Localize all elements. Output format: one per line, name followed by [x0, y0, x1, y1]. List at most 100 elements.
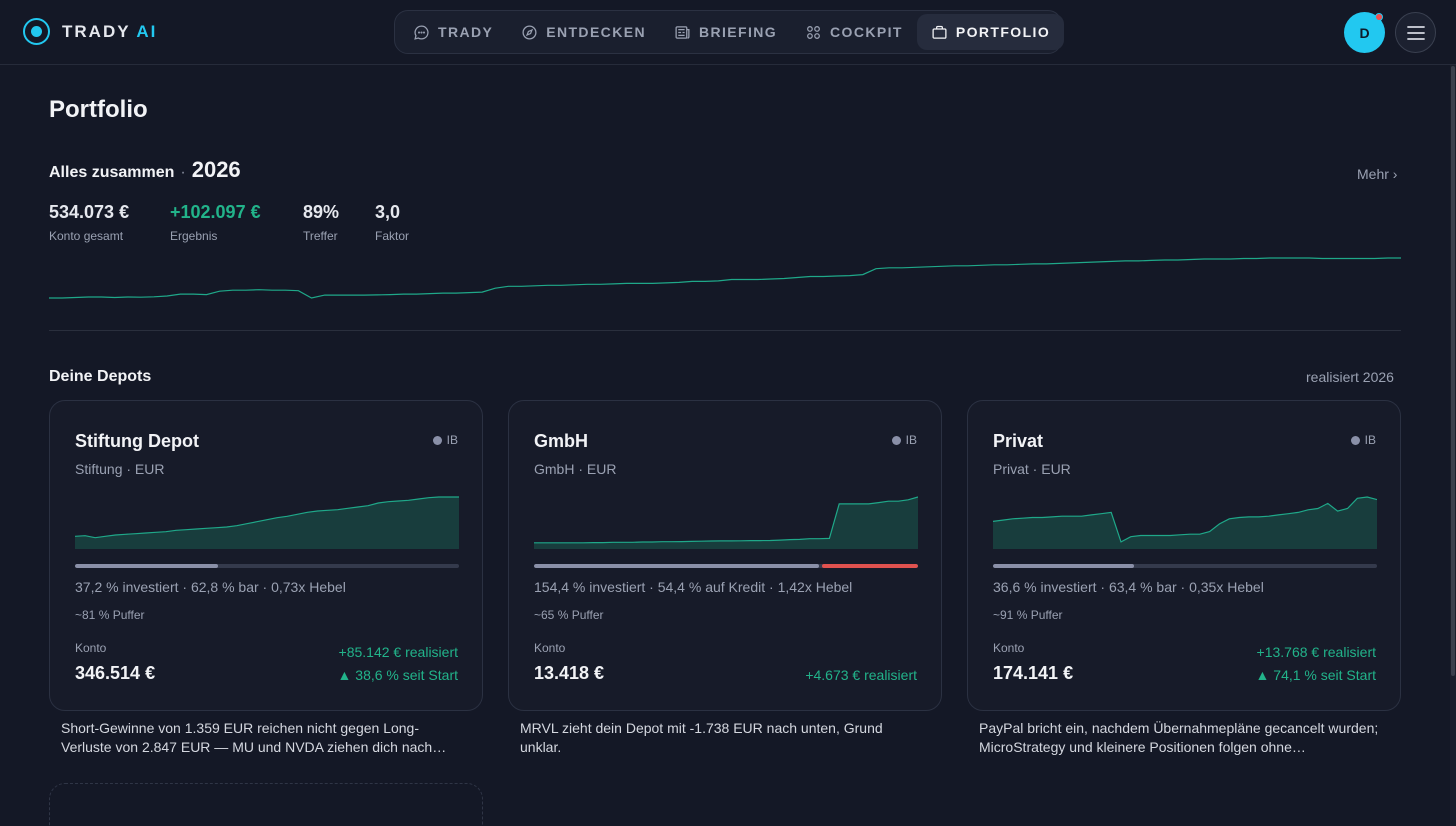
credit-fill	[822, 564, 918, 568]
depot-card-privat[interactable]: Privat IB Privat · EUR 36,6 % investiert…	[967, 400, 1401, 711]
nav-label: BRIEFING	[698, 24, 778, 40]
realized-gain: +85.142 € realisiert	[338, 644, 458, 660]
stat-faktor: 3,0 Faktor	[375, 202, 409, 243]
logo-icon	[23, 18, 50, 45]
broker-label: IB	[905, 433, 917, 447]
total-equity-chart	[49, 257, 1401, 299]
allocation-info: 36,6 % investiert · 63,4 % bar · 0,35x H…	[993, 579, 1264, 595]
nav-label: TRADY	[438, 24, 494, 40]
menu-button[interactable]	[1395, 12, 1436, 53]
chat-icon	[414, 24, 429, 40]
avatar-initial: D	[1359, 24, 1370, 41]
depot-card-stiftung[interactable]: Stiftung Depot IB Stiftung · EUR 37,2 % …	[49, 400, 483, 711]
compass-icon	[522, 24, 537, 40]
since-start-return: ▲ 74,1 % seit Start	[1255, 667, 1376, 683]
depot-note-gmbh[interactable]: MRVL zieht dein Depot mit -1.738 EUR nac…	[520, 719, 920, 757]
stat-label: Ergebnis	[170, 229, 218, 243]
summary-label: Alles zusammen	[49, 164, 175, 181]
depot-sparkline	[75, 496, 459, 549]
broker-badge: IB	[1350, 433, 1376, 447]
allocation-info: 154,4 % investiert · 54,4 % auf Kredit ·…	[534, 579, 853, 595]
logo[interactable]: TRADY AI	[23, 18, 157, 45]
stat-konto-gesamt: 534.073 € Konto gesamt	[49, 202, 129, 243]
depot-note-privat[interactable]: PayPal bricht ein, nachdem Übernahmeplän…	[979, 719, 1379, 757]
logo-main: TRADY	[62, 21, 131, 41]
nav-item-cockpit[interactable]: COCKPIT	[791, 14, 917, 50]
depot-subtitle: Privat · EUR	[993, 461, 1071, 477]
depots-heading: Deine Depots	[49, 368, 152, 385]
page-title: Portfolio	[49, 96, 148, 123]
stat-label: Konto gesamt	[49, 229, 124, 243]
stat-label: Treffer	[303, 229, 338, 243]
buffer-info: ~91 % Puffer	[993, 608, 1063, 622]
summary-year[interactable]: 2026	[192, 157, 241, 183]
depot-sparkline	[534, 496, 918, 549]
broker-label: IB	[446, 433, 458, 447]
broker-label: IB	[1364, 433, 1376, 447]
account-label: Konto	[534, 641, 566, 655]
scrollbar-thumb[interactable]	[1451, 66, 1455, 676]
depot-sparkline	[993, 496, 1377, 549]
nav-item-entdecken[interactable]: ENTDECKEN	[507, 14, 660, 50]
invested-fill	[75, 564, 218, 568]
stat-treffer: 89% Treffer	[303, 202, 339, 243]
section-divider	[49, 330, 1401, 331]
depot-card-gmbh[interactable]: GmbH IB GmbH · EUR 154,4 % investiert · …	[508, 400, 942, 711]
depot-name: Stiftung Depot	[75, 431, 199, 451]
nav-item-portfolio[interactable]: PORTFOLIO	[916, 14, 1065, 50]
realized-gain: +4.673 € realisiert	[805, 667, 917, 683]
account-value: 13.418 €	[534, 663, 605, 683]
newspaper-icon	[675, 25, 690, 39]
account-label: Konto	[75, 641, 107, 655]
allocation-info: 37,2 % investiert · 62,8 % bar · 0,73x H…	[75, 579, 346, 595]
notification-dot	[1375, 13, 1383, 21]
nav-item-trady[interactable]: TRADY	[399, 14, 507, 50]
add-depot-placeholder[interactable]	[49, 783, 483, 826]
summary-separator: ·	[180, 164, 186, 181]
summary-heading: Alles zusammen · 2026	[49, 157, 241, 183]
buffer-info: ~65 % Puffer	[534, 608, 604, 622]
total-equity-line	[49, 257, 1401, 299]
depots-period-label[interactable]: realisiert 2026	[1306, 369, 1394, 385]
account-value: 346.514 €	[75, 663, 156, 683]
more-link[interactable]: Mehr ›	[1357, 166, 1397, 182]
top-bar: TRADY AI TRADY ENTDECKEN BRIEFING COCKPI…	[0, 0, 1456, 65]
stat-value: +102.097 €	[170, 202, 261, 222]
depot-note-stiftung[interactable]: Short-Gewinne von 1.359 EUR reichen nich…	[61, 719, 461, 757]
depot-subtitle: Stiftung · EUR	[75, 461, 165, 477]
stat-label: Faktor	[375, 229, 410, 243]
broker-badge: IB	[432, 433, 458, 447]
status-dot-icon	[1350, 435, 1360, 445]
briefcase-icon	[932, 25, 947, 39]
depot-subtitle: GmbH · EUR	[534, 461, 617, 477]
realized-gain: +13.768 € realisiert	[1256, 644, 1376, 660]
hamburger-icon	[1406, 25, 1425, 40]
stat-value: 89%	[303, 202, 340, 222]
invested-fill	[993, 564, 1134, 568]
broker-badge: IB	[891, 433, 917, 447]
nav-item-briefing[interactable]: BRIEFING	[660, 14, 791, 50]
nav-label: ENTDECKEN	[546, 24, 646, 40]
status-dot-icon	[891, 435, 901, 445]
depot-name: GmbH	[534, 431, 588, 451]
logo-text: TRADY AI	[62, 22, 157, 42]
allocation-bar	[534, 564, 918, 568]
allocation-bar	[75, 564, 459, 568]
stat-value: 534.073 €	[49, 202, 130, 222]
depot-name: Privat	[993, 431, 1044, 451]
invested-fill	[534, 564, 820, 568]
user-avatar[interactable]: D	[1344, 12, 1385, 53]
stat-ergebnis: +102.097 € Ergebnis	[170, 202, 261, 243]
account-value: 174.141 €	[993, 663, 1074, 683]
main-nav: TRADY ENTDECKEN BRIEFING COCKPIT PORTFOL…	[394, 10, 1065, 54]
account-label: Konto	[993, 641, 1025, 655]
allocation-bar	[993, 564, 1377, 568]
grid-icon	[807, 25, 820, 39]
sparkline-area	[75, 497, 459, 549]
nav-label: COCKPIT	[830, 24, 903, 40]
stat-value: 3,0	[375, 202, 401, 222]
nav-label: PORTFOLIO	[955, 24, 1051, 40]
since-start-return: ▲ 38,6 % seit Start	[337, 667, 458, 683]
logo-accent: AI	[136, 21, 158, 41]
sparkline-area	[993, 497, 1377, 549]
